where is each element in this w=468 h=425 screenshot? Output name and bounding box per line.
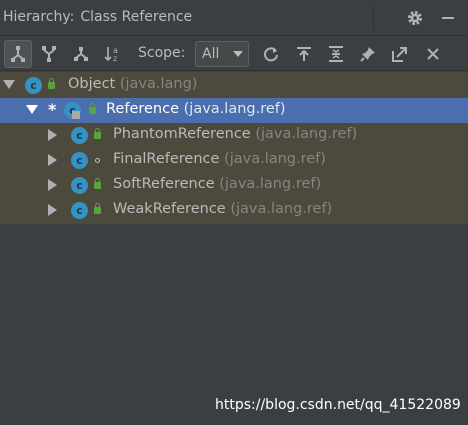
sort-alphabetically-icon[interactable]: a z [99,40,127,68]
scope-label: Scope: [138,45,186,61]
node-package: (java.lang.ref) [255,126,358,142]
collapsed-arrow-icon[interactable] [48,204,57,216]
subtypes-hierarchy-icon[interactable] [4,40,32,68]
tree-node-phantomreference[interactable]: c PhantomReference (java.lang.ref) [0,123,468,148]
minimize-icon[interactable] [434,4,462,32]
tree-node-reference[interactable]: * c Reference (java.lang.ref) [0,98,468,123]
scope-value: All [202,46,220,62]
open-in-editor-icon[interactable] [386,40,414,68]
package-private-icon [95,158,100,163]
close-icon[interactable] [419,40,447,68]
public-lock-icon [94,203,101,214]
node-package: (java.lang.ref) [183,101,286,117]
abstract-class-icon: c [64,102,81,119]
class-icon: c [71,127,88,144]
node-package: (java.lang.ref) [224,151,326,167]
class-icon: c [71,202,88,219]
tree-node-finalreference[interactable]: c FinalReference (java.lang.ref) [0,148,468,173]
node-name: PhantomReference [113,126,251,142]
tree-empty-area [0,224,468,425]
current-class-marker: * [48,100,57,119]
title-prefix: Hierarchy: [3,9,75,25]
supertypes-hierarchy-icon[interactable] [35,40,63,68]
export-icon[interactable] [290,40,318,68]
public-lock-icon [94,178,101,189]
svg-text:z: z [113,54,117,63]
node-name: SoftReference [113,176,215,192]
public-lock-icon [48,78,55,89]
hierarchy-toolbar: a z Scope: All [0,37,468,71]
node-package: (java.lang.ref) [230,201,333,217]
public-lock-icon [89,103,96,114]
collapsed-arrow-icon[interactable] [48,154,57,166]
class-icon: c [71,177,88,194]
chevron-down-icon [233,51,243,57]
tool-window-header: Hierarchy: Class Reference [0,0,468,36]
expanded-arrow-icon[interactable] [26,105,38,114]
hierarchy-tree: c Object (java.lang) * c Reference (java… [0,72,468,224]
tool-window-title: Hierarchy: Class Reference [3,9,192,25]
expanded-arrow-icon[interactable] [3,80,15,89]
collapsed-arrow-icon[interactable] [48,129,57,141]
expand-all-icon[interactable] [322,40,350,68]
tree-node-weakreference[interactable]: c WeakReference (java.lang.ref) [0,198,468,223]
public-lock-icon [94,128,101,139]
class-hierarchy-icon[interactable] [67,40,95,68]
node-package: (java.lang) [119,76,198,92]
tree-node-softreference[interactable]: c SoftReference (java.lang.ref) [0,173,468,198]
node-name: Reference [106,101,180,117]
pin-icon[interactable] [354,40,382,68]
node-name: FinalReference [113,151,220,167]
collapsed-arrow-icon[interactable] [48,179,57,191]
refresh-icon[interactable] [257,40,285,68]
header-separator [373,6,374,30]
watermark: https://blog.csdn.net/qq_41522089 [215,397,461,413]
node-name: WeakReference [113,201,226,217]
class-icon: c [25,77,42,94]
gear-icon[interactable] [401,4,429,32]
scope-dropdown[interactable]: All [195,41,249,67]
node-name: Object [68,76,116,92]
class-icon: c [71,152,88,169]
title-target: Class Reference [80,9,193,25]
tree-node-object[interactable]: c Object (java.lang) [0,73,468,98]
node-package: (java.lang.ref) [219,176,322,192]
